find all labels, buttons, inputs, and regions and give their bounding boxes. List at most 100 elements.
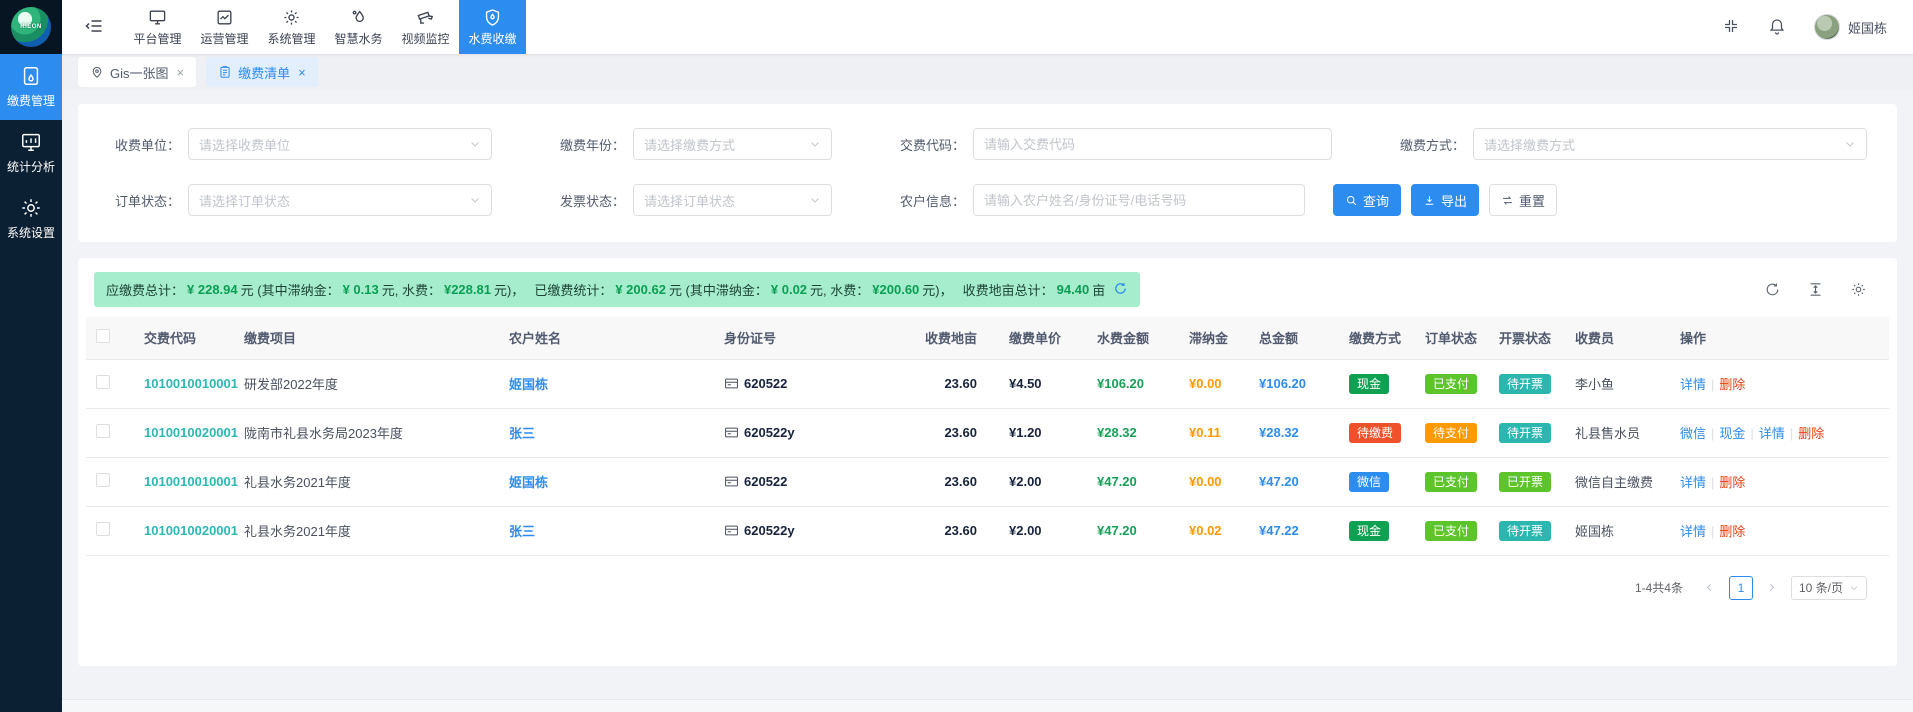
delete-link[interactable]: 删除	[1785, 426, 1824, 441]
cell-id-number: 620522y	[744, 425, 795, 440]
chevron-down-icon	[809, 138, 821, 150]
filter-field-payment-method: 缴费方式： 请选择缴费方式	[1387, 128, 1897, 160]
row-checkbox[interactable]	[96, 522, 110, 536]
cell-id-number: 620522	[744, 474, 787, 489]
chevron-down-icon	[1844, 138, 1856, 150]
payment-method-select[interactable]: 请选择缴费方式	[1473, 128, 1867, 160]
chart-icon	[215, 8, 234, 27]
id-card-icon	[724, 474, 739, 489]
table-header-row: 交费代码 缴费项目 农户姓名 身份证号 收费地亩 缴费单价 水费金额 滞纳金 总…	[86, 317, 1889, 359]
reset-button[interactable]: 重置	[1489, 184, 1557, 216]
topbar: 平台管理 运营管理 系统管理 智慧水务 视频监控	[62, 0, 1913, 54]
menu-item-label: 系统管理	[267, 30, 315, 47]
order-status-select[interactable]: 请选择订单状态	[188, 184, 492, 216]
summary-toolbar: 应缴费总计：¥ 228.94 元 (其中滞纳金：¥ 0.13 元, 水费：¥22…	[86, 272, 1889, 317]
cell-total: ¥106.20	[1249, 359, 1339, 408]
menu-item-label: 智慧水务	[334, 30, 382, 47]
menu-item-platform[interactable]: 平台管理	[124, 0, 191, 54]
sidebar-item-label: 统计分析	[7, 158, 55, 175]
tab-payment-list[interactable]: 缴费清单 ×	[206, 57, 318, 87]
cell-project: 陇南市礼县水务局2023年度	[234, 408, 499, 457]
water-meter-icon	[20, 65, 42, 87]
query-button[interactable]: 查询	[1333, 184, 1401, 216]
row-density-icon[interactable]	[1807, 281, 1824, 298]
sidebar-item-statistics[interactable]: 统计分析	[0, 120, 62, 186]
delete-link[interactable]: 删除	[1706, 524, 1745, 539]
menu-item-water-fee[interactable]: 水费收缴	[459, 0, 526, 54]
menu-item-operations[interactable]: 运营管理	[191, 0, 258, 54]
delete-link[interactable]: 删除	[1706, 377, 1745, 392]
invoice-status-select[interactable]: 请选择订单状态	[633, 184, 832, 216]
menu-fold-icon[interactable]	[84, 16, 104, 39]
farmer-name-link[interactable]: 张三	[509, 426, 535, 441]
next-page-icon[interactable]	[1761, 577, 1783, 599]
cash-pay-link[interactable]: 现金	[1706, 426, 1745, 441]
select-placeholder: 请选择收费单位	[199, 135, 469, 154]
row-checkbox[interactable]	[96, 473, 110, 487]
app-logo[interactable]: RIEON	[0, 0, 62, 54]
detail-link[interactable]: 详情	[1745, 426, 1784, 441]
row-checkbox[interactable]	[96, 375, 110, 389]
app-root: RIEON 缴费管理 统计分析 系统设置 平台管理	[0, 0, 1913, 712]
payment-table: 交费代码 缴费项目 农户姓名 身份证号 收费地亩 缴费单价 水费金额 滞纳金 总…	[86, 317, 1889, 556]
cell-collector: 姬国栋	[1565, 506, 1670, 555]
sidebar-item-system-settings[interactable]: 系统设置	[0, 186, 62, 252]
cell-collector: 礼县售水员	[1565, 408, 1670, 457]
prev-page-icon[interactable]	[1699, 577, 1721, 599]
page-size-value: 10 条/页	[1799, 579, 1843, 596]
sidebar-item-payment-management[interactable]: 缴费管理	[0, 54, 62, 120]
col-header: 缴费单价	[999, 317, 1087, 359]
notification-bell-icon[interactable]	[1768, 17, 1786, 38]
tab-close-icon[interactable]: ×	[177, 65, 185, 80]
user-menu[interactable]: 姬国栋	[1814, 14, 1887, 40]
export-button[interactable]: 导出	[1411, 184, 1479, 216]
table-row: 1010010020001 礼县水务2021年度 张三 620522y 23.6…	[86, 506, 1889, 555]
page-number[interactable]: 1	[1729, 576, 1753, 600]
summary-refresh-icon[interactable]	[1105, 281, 1128, 299]
detail-link[interactable]: 详情	[1680, 524, 1706, 539]
logo-text: RIEON	[20, 24, 42, 30]
chevron-down-icon	[469, 194, 481, 206]
row-checkbox[interactable]	[96, 424, 110, 438]
filter-field-farmer-info: 农户信息：	[887, 184, 1305, 216]
table-row: 1010010020001 陇南市礼县水务局2023年度 张三 620522y …	[86, 408, 1889, 457]
pagination-total: 1-4共4条	[1635, 579, 1683, 596]
payment-year-select[interactable]: 请选择缴费方式	[633, 128, 832, 160]
cell-project: 礼县水务2021年度	[234, 457, 499, 506]
cell-water-amount: ¥106.20	[1087, 359, 1179, 408]
fullscreen-icon[interactable]	[1722, 17, 1740, 38]
menu-item-smart-water[interactable]: 智慧水务	[325, 0, 392, 54]
detail-link[interactable]: 详情	[1680, 377, 1706, 392]
summary-value: ¥ 228.94	[187, 282, 238, 297]
select-all-checkbox[interactable]	[96, 329, 110, 343]
wechat-pay-link[interactable]: 微信	[1680, 426, 1706, 441]
column-settings-gear-icon[interactable]	[1850, 281, 1867, 298]
select-placeholder: 请选择订单状态	[199, 191, 469, 210]
refresh-icon[interactable]	[1764, 281, 1781, 298]
farmer-name-link[interactable]: 姬国栋	[509, 377, 548, 392]
cell-code: 1010010020001	[144, 425, 238, 440]
tab-gis-map[interactable]: Gis一张图 ×	[78, 57, 196, 87]
field-label: 缴费年份：	[547, 135, 625, 154]
pay-method-badge: 现金	[1349, 521, 1389, 541]
menu-item-system[interactable]: 系统管理	[258, 0, 325, 54]
col-header: 收费地亩	[899, 317, 999, 359]
page-size-select[interactable]: 10 条/页	[1791, 576, 1867, 600]
charge-unit-select[interactable]: 请选择收费单位	[188, 128, 492, 160]
field-label: 交费代码：	[887, 135, 965, 154]
farmer-name-link[interactable]: 姬国栋	[509, 475, 548, 490]
col-header: 缴费方式	[1339, 317, 1415, 359]
farmer-info-input[interactable]	[984, 193, 1294, 208]
detail-link[interactable]: 详情	[1680, 475, 1706, 490]
payment-code-input[interactable]	[984, 137, 1321, 152]
farmer-name-link[interactable]: 张三	[509, 524, 535, 539]
cell-water-amount: ¥47.20	[1087, 506, 1179, 555]
delete-link[interactable]: 删除	[1706, 475, 1745, 490]
cell-unit-price: ¥1.20	[999, 408, 1087, 457]
pagination: 1-4共4条 1 10 条/页	[86, 576, 1889, 600]
tab-close-icon[interactable]: ×	[298, 65, 306, 80]
order-status-badge: 待支付	[1425, 423, 1477, 443]
menu-item-video-monitor[interactable]: 视频监控	[392, 0, 459, 54]
select-placeholder: 请选择缴费方式	[644, 135, 809, 154]
chevron-down-icon	[469, 138, 481, 150]
